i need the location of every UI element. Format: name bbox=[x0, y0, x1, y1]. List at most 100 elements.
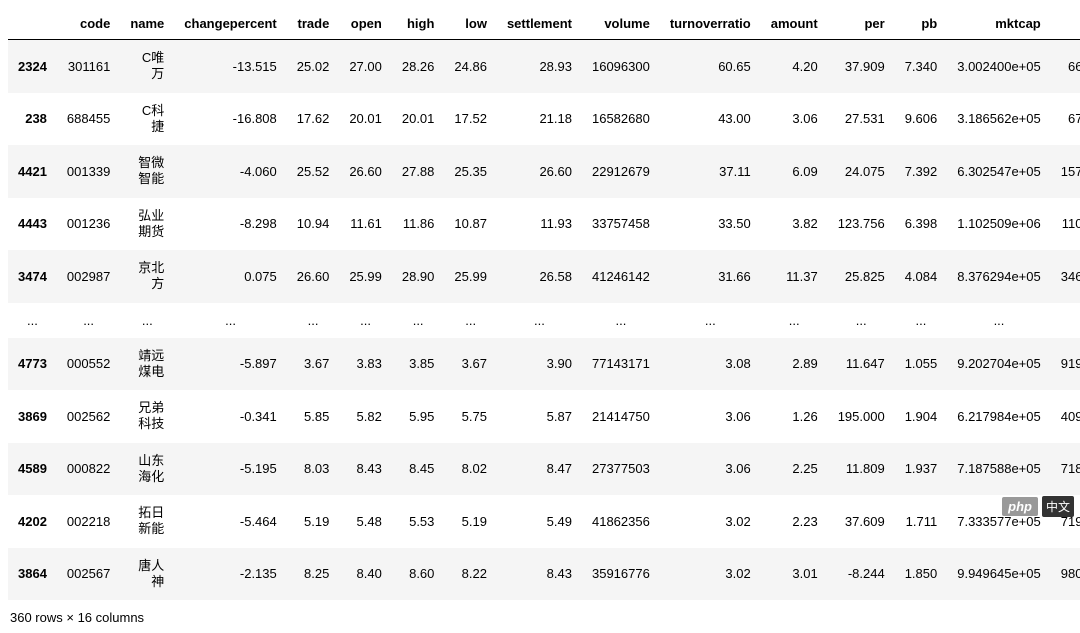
cell: 3.02 bbox=[660, 548, 761, 601]
cell: 28.90 bbox=[392, 250, 445, 303]
cell: 8.47 bbox=[497, 443, 582, 496]
cell: 8.43 bbox=[497, 548, 582, 601]
cell: 26.58 bbox=[497, 250, 582, 303]
cell: 409563.636300 bbox=[1051, 390, 1080, 443]
col-header-amount: amount bbox=[761, 8, 828, 40]
cell: 3.002400e+05 bbox=[947, 40, 1051, 93]
cell: -8.298 bbox=[174, 198, 286, 251]
dataframe-table-wrap: codenamechangepercenttradeopenhighlowset… bbox=[8, 8, 1080, 600]
cell: 8.43 bbox=[339, 443, 392, 496]
cell: 26.60 bbox=[497, 145, 582, 198]
cell: ... bbox=[392, 303, 445, 338]
cell: 6.217984e+05 bbox=[947, 390, 1051, 443]
cell: ... bbox=[339, 303, 392, 338]
cell: 000552 bbox=[57, 338, 120, 391]
cell: 157586.000000 bbox=[1051, 145, 1080, 198]
cell: 27377503 bbox=[582, 443, 660, 496]
cell: 6.09 bbox=[761, 145, 828, 198]
table-header: codenamechangepercenttradeopenhighlowset… bbox=[8, 8, 1080, 40]
cell: 21414750 bbox=[582, 390, 660, 443]
col-header-open: open bbox=[339, 8, 392, 40]
cell: 67952.402190 bbox=[1051, 93, 1080, 146]
cell: ... bbox=[57, 303, 120, 338]
cell: 7.340 bbox=[895, 40, 948, 93]
cell: 唐人神 bbox=[120, 548, 174, 601]
table-body: 2324301161C唯万-13.51525.0227.0028.2624.86… bbox=[8, 40, 1080, 601]
cell: 37.11 bbox=[660, 145, 761, 198]
table-summary: 360 rows × 16 columns bbox=[8, 610, 1080, 625]
cell: 0.075 bbox=[174, 250, 286, 303]
cell: 11.86 bbox=[392, 198, 445, 251]
table-row: 4421001339智微智能-4.06025.5226.6027.8825.35… bbox=[8, 145, 1080, 198]
cell: 2324 bbox=[8, 40, 57, 93]
table-row: 4202002218拓日新能-5.4645.195.485.535.195.49… bbox=[8, 495, 1080, 548]
cell: 8.376294e+05 bbox=[947, 250, 1051, 303]
cell: 8.45 bbox=[392, 443, 445, 496]
cell: -5.464 bbox=[174, 495, 286, 548]
cell: 10.94 bbox=[287, 198, 340, 251]
cell: 1.711 bbox=[895, 495, 948, 548]
cell: 9.606 bbox=[895, 93, 948, 146]
cell: 兄弟科技 bbox=[120, 390, 174, 443]
table-row: 4589000822山东海化-5.1958.038.438.458.028.47… bbox=[8, 443, 1080, 496]
cell: 20.01 bbox=[392, 93, 445, 146]
cell: 77143171 bbox=[582, 338, 660, 391]
col-header-name: name bbox=[120, 8, 174, 40]
cell: 9.202704e+05 bbox=[947, 338, 1051, 391]
cell: ... bbox=[895, 303, 948, 338]
table-row: 2324301161C唯万-13.51525.0227.0028.2624.86… bbox=[8, 40, 1080, 93]
cell: 5.95 bbox=[392, 390, 445, 443]
cell: 7.187588e+05 bbox=[947, 443, 1051, 496]
cell: 301161 bbox=[57, 40, 120, 93]
cell: -0.341 bbox=[174, 390, 286, 443]
cell: 24.075 bbox=[828, 145, 895, 198]
cell: 35916776 bbox=[582, 548, 660, 601]
cell: 27.00 bbox=[339, 40, 392, 93]
cell: 7.392 bbox=[895, 145, 948, 198]
cell: 8.22 bbox=[444, 548, 497, 601]
cell: ... bbox=[8, 303, 57, 338]
cell: 000822 bbox=[57, 443, 120, 496]
col-header-trade: trade bbox=[287, 8, 340, 40]
cell: ... bbox=[444, 303, 497, 338]
cell: 1.850 bbox=[895, 548, 948, 601]
cell: ... bbox=[828, 303, 895, 338]
cell: 25.02 bbox=[287, 40, 340, 93]
cell: ... bbox=[761, 303, 828, 338]
cell: ... bbox=[582, 303, 660, 338]
cell: 8.60 bbox=[392, 548, 445, 601]
cell: 001339 bbox=[57, 145, 120, 198]
cell: 60.65 bbox=[660, 40, 761, 93]
cell: 2.23 bbox=[761, 495, 828, 548]
cell: 002567 bbox=[57, 548, 120, 601]
cell: 2.25 bbox=[761, 443, 828, 496]
cell: 4.084 bbox=[895, 250, 948, 303]
badge-php: php bbox=[1002, 497, 1038, 516]
col-header-high: high bbox=[392, 8, 445, 40]
cell: 3.08 bbox=[660, 338, 761, 391]
cell: -4.060 bbox=[174, 145, 286, 198]
cell: ... bbox=[497, 303, 582, 338]
col-header-low: low bbox=[444, 8, 497, 40]
cell: 22912679 bbox=[582, 145, 660, 198]
cell: 拓日新能 bbox=[120, 495, 174, 548]
cell: 3.82 bbox=[761, 198, 828, 251]
cell: 4202 bbox=[8, 495, 57, 548]
cell: 3.06 bbox=[761, 93, 828, 146]
cell: 31.66 bbox=[660, 250, 761, 303]
cell: 26.60 bbox=[339, 145, 392, 198]
cell: 002987 bbox=[57, 250, 120, 303]
cell: 11.93 bbox=[497, 198, 582, 251]
cell: 17.62 bbox=[287, 93, 340, 146]
dataframe-table: codenamechangepercenttradeopenhighlowset… bbox=[8, 8, 1080, 600]
cell: ... bbox=[1051, 303, 1080, 338]
cell: 5.19 bbox=[287, 495, 340, 548]
cell: 山东海化 bbox=[120, 443, 174, 496]
cell: 688455 bbox=[57, 93, 120, 146]
cell: 26.60 bbox=[287, 250, 340, 303]
col-header-pb: pb bbox=[895, 8, 948, 40]
cell: 4773 bbox=[8, 338, 57, 391]
cell: 3.186562e+05 bbox=[947, 93, 1051, 146]
table-row: 238688455C科捷-16.80817.6220.0120.0117.522… bbox=[8, 93, 1080, 146]
cell: 001236 bbox=[57, 198, 120, 251]
